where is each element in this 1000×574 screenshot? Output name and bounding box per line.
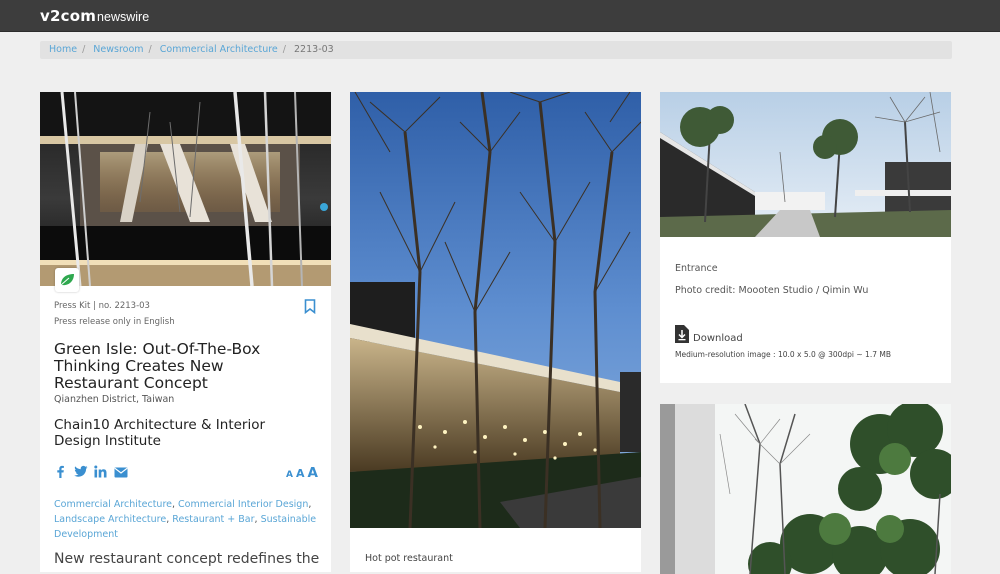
photo-credit: Photo credit: Moooten Studio / Qimin Wu xyxy=(675,285,869,296)
top-navbar: v2comnewswire xyxy=(0,0,1000,32)
breadcrumb-separator: / xyxy=(282,44,286,55)
image-caption: Entrance xyxy=(675,263,718,274)
hot-pot-restaurant-photo[interactable] xyxy=(350,92,641,528)
firm-name[interactable]: Chain10 Architecture & Interior Design I… xyxy=(54,417,314,449)
social-share xyxy=(54,462,128,478)
entrance-photo[interactable] xyxy=(660,92,951,237)
text-size-small[interactable]: A xyxy=(286,470,293,480)
breadcrumb: Home / Newsroom / Commercial Architecture /… xyxy=(40,41,952,59)
press-release-card: Press Kit | no. 2213-03 Press release on… xyxy=(40,92,331,572)
category-tags: Commercial Architecture, Commercial Inte… xyxy=(54,499,317,540)
logo-brand: v2com xyxy=(40,7,97,25)
image-card-hot-pot: Hot pot restaurant xyxy=(350,92,641,572)
breadcrumb-separator: / xyxy=(82,44,86,55)
tag-link[interactable]: Landscape Architecture xyxy=(54,514,166,525)
image-card-trees xyxy=(660,404,951,574)
breadcrumb-home[interactable]: Home xyxy=(49,44,77,55)
restaurant-interior-photo[interactable] xyxy=(40,92,331,286)
article-title: Green Isle: Out-Of-The-Box Thinking Crea… xyxy=(54,340,261,392)
breadcrumb-separator: / xyxy=(148,44,152,55)
article-lede: New restaurant concept redefines the xyxy=(54,551,320,567)
bookmark-icon[interactable] xyxy=(304,299,318,315)
breadcrumb-newsroom[interactable]: Newsroom xyxy=(93,44,143,55)
press-kit-number: Press Kit | no. 2213-03 xyxy=(54,301,150,311)
tag-link[interactable]: Commercial Interior Design xyxy=(178,499,308,510)
text-size-controls: AAA xyxy=(283,462,318,481)
download-icon[interactable] xyxy=(675,325,689,343)
download-info: Medium-resolution image : 10.0 x 5.0 @ 3… xyxy=(675,350,891,359)
trees-photo[interactable] xyxy=(660,404,951,574)
image-card-entrance: Entrance Photo credit: Moooten Studio / … xyxy=(660,92,951,383)
facebook-icon[interactable] xyxy=(54,463,67,478)
linkedin-icon[interactable] xyxy=(94,463,107,477)
breadcrumb-category[interactable]: Commercial Architecture xyxy=(160,44,278,55)
twitter-icon[interactable] xyxy=(74,463,88,477)
site-logo[interactable]: v2comnewswire xyxy=(40,6,149,25)
logo-sub: newswire xyxy=(97,10,150,24)
tag-link[interactable]: Commercial Architecture xyxy=(54,499,172,510)
article-location: Qianzhen District, Taiwan xyxy=(54,394,175,405)
text-size-large[interactable]: A xyxy=(307,465,317,481)
email-icon[interactable] xyxy=(114,463,128,477)
download-link[interactable]: Download xyxy=(693,333,743,344)
language-note: Press release only in English xyxy=(54,317,175,327)
leaf-icon xyxy=(55,268,79,292)
image-caption: Hot pot restaurant xyxy=(365,553,453,564)
text-size-medium[interactable]: A xyxy=(296,467,305,480)
breadcrumb-current: 2213-03 xyxy=(294,44,334,55)
tag-link[interactable]: Restaurant + Bar xyxy=(172,514,254,525)
